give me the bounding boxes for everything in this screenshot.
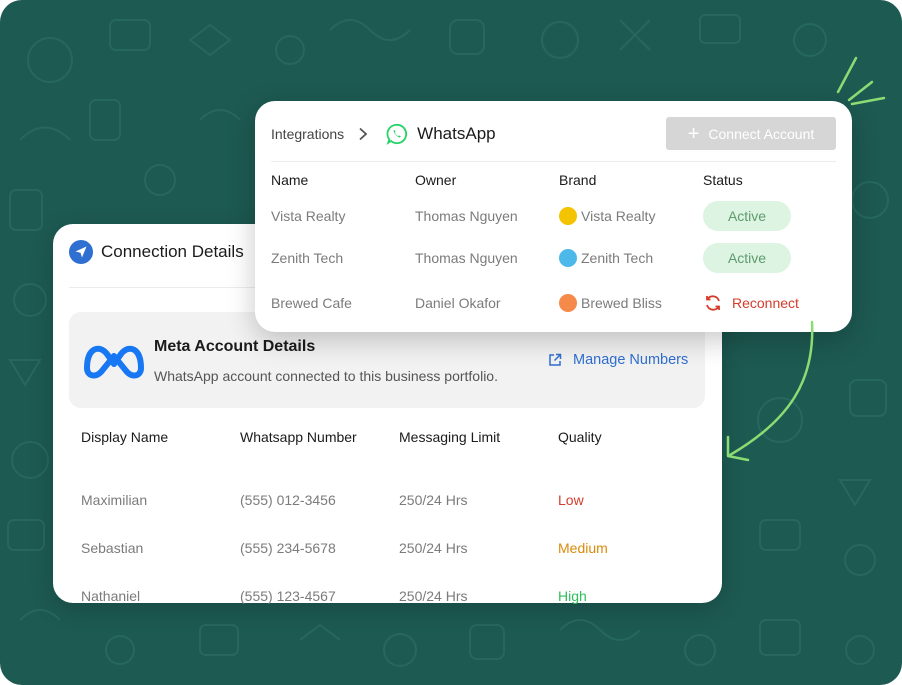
brand-cell: Vista Realty — [559, 207, 703, 225]
manage-numbers-label: Manage Numbers — [573, 352, 689, 368]
whatsapp-number: (555) 234-5678 — [240, 540, 336, 556]
divider — [69, 287, 259, 288]
column-header: Name — [271, 172, 309, 188]
table-header: Display Name Whatsapp Number Messaging L… — [81, 429, 681, 449]
brand-cell: Brewed Bliss — [559, 294, 703, 312]
column-header: Quality — [558, 429, 602, 445]
messaging-limit: 250/24 Hrs — [399, 540, 468, 556]
column-header: Messaging Limit — [399, 429, 501, 445]
connection-details-header: Connection Details — [69, 240, 244, 264]
table-row[interactable]: Vista Realty Thomas Nguyen Vista Realty … — [271, 200, 836, 232]
table-row[interactable]: Maximilian (555) 012-3456 250/24 Hrs Low — [81, 492, 681, 512]
column-header: Owner — [415, 172, 457, 188]
brand-cell: Zenith Tech — [559, 249, 703, 267]
integrations-card: Integrations WhatsApp + Connect Account … — [255, 101, 852, 332]
owner-name: Daniel Okafor — [415, 295, 501, 311]
breadcrumb: Integrations WhatsApp — [271, 123, 496, 145]
meta-account-subtitle: WhatsApp account connected to this busin… — [154, 368, 498, 384]
integrations-table: Name Owner Brand Status Vista Realty Tho… — [271, 172, 836, 319]
messaging-limit: 250/24 Hrs — [399, 588, 468, 604]
status-badge: Active — [703, 243, 791, 273]
connect-account-label: Connect Account — [708, 125, 815, 142]
status-badge: Active — [703, 201, 791, 231]
owner-name: Thomas Nguyen — [415, 208, 518, 224]
meta-account-title: Meta Account Details — [154, 338, 316, 355]
brand-dot — [559, 249, 577, 267]
breadcrumb-whatsapp: WhatsApp — [417, 124, 496, 143]
column-header: Display Name — [81, 429, 169, 445]
whatsapp-icon — [386, 123, 408, 145]
account-name: Brewed Cafe — [271, 295, 352, 311]
messaging-limit: 250/24 Hrs — [399, 492, 468, 508]
quality-label: High — [558, 588, 587, 604]
reconnect-label: Reconnect — [732, 295, 799, 311]
reconnect-button[interactable]: Reconnect — [703, 293, 823, 313]
status-cell: Active — [703, 201, 823, 231]
connection-details-title: Connection Details — [101, 242, 244, 261]
display-name: Nathaniel — [81, 588, 141, 604]
table-row[interactable]: Nathaniel (555) 123-4567 250/24 Hrs High — [81, 588, 681, 608]
brand-name: Vista Realty — [581, 208, 656, 224]
status-cell: Reconnect — [703, 293, 823, 313]
account-name: Vista Realty — [271, 208, 346, 224]
whatsapp-number: (555) 012-3456 — [240, 492, 336, 508]
owner-name: Thomas Nguyen — [415, 250, 518, 266]
brand-dot — [559, 207, 577, 225]
divider — [271, 161, 836, 162]
chevron-right-icon — [359, 127, 368, 141]
table-row[interactable]: Zenith Tech Thomas Nguyen Zenith Tech Ac… — [271, 242, 836, 274]
numbers-table: Display Name Whatsapp Number Messaging L… — [81, 429, 681, 608]
refresh-icon — [706, 295, 720, 311]
plus-icon: + — [687, 122, 700, 145]
send-icon — [69, 240, 93, 264]
display-name: Maximilian — [81, 492, 148, 508]
meta-logo — [84, 345, 144, 379]
table-header: Name Owner Brand Status — [271, 172, 836, 192]
whatsapp-number: (555) 123-4567 — [240, 588, 336, 604]
account-name: Zenith Tech — [271, 250, 344, 266]
external-link-icon — [549, 353, 562, 366]
column-header: Whatsapp Number — [240, 429, 357, 445]
brand-dot — [559, 294, 577, 312]
status-cell: Active — [703, 243, 823, 273]
table-row[interactable]: Brewed Cafe Daniel Okafor Brewed Bliss R… — [271, 287, 836, 319]
manage-numbers-button[interactable]: Manage Numbers — [547, 352, 688, 368]
quality-label: Medium — [558, 540, 608, 556]
brand-name: Zenith Tech — [581, 250, 654, 266]
column-header: Brand — [559, 172, 597, 188]
column-header: Status — [703, 172, 743, 188]
display-name: Sebastian — [81, 540, 144, 556]
connect-account-button[interactable]: + Connect Account — [666, 117, 836, 150]
brand-name: Brewed Bliss — [581, 295, 662, 311]
breadcrumb-integrations[interactable]: Integrations — [271, 126, 344, 142]
table-row[interactable]: Sebastian (555) 234-5678 250/24 Hrs Medi… — [81, 540, 681, 560]
quality-label: Low — [558, 492, 584, 508]
